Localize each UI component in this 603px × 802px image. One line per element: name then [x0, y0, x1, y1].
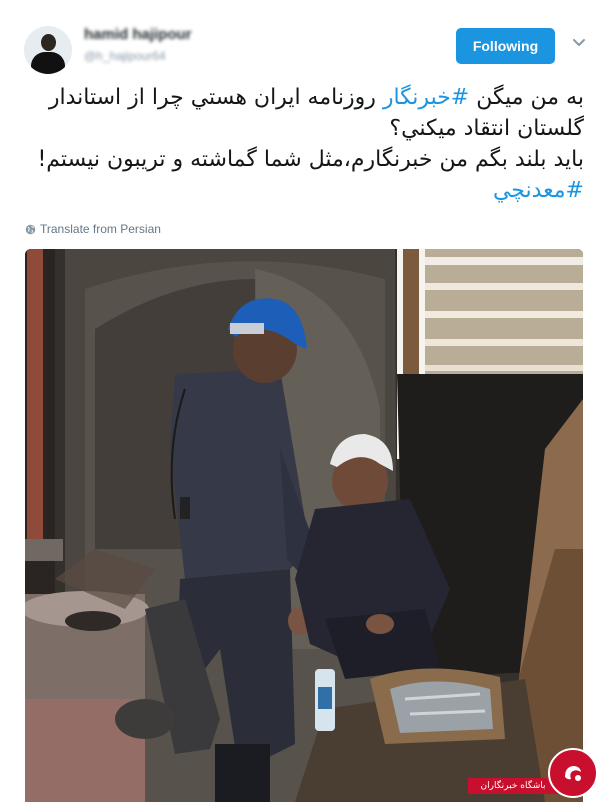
watermark-logo-icon	[548, 748, 598, 798]
hashtag-khabarnegar[interactable]: #خبرنگار	[383, 85, 469, 110]
globe-icon	[25, 224, 36, 234]
author-avatar[interactable]	[24, 26, 72, 74]
caret-down-icon[interactable]	[570, 34, 588, 52]
translate-label[interactable]: Translate from Persian	[40, 222, 161, 236]
following-button[interactable]: Following	[456, 28, 555, 64]
avatar-head	[41, 34, 56, 51]
tweet-text-line-3: باید بلند بگم من خبرنگارم،مثل شما گماشته…	[37, 147, 584, 172]
author-display-name[interactable]: hamid hajipour	[84, 26, 192, 43]
author-name-block[interactable]: hamid hajipour @h_hajipour64	[84, 26, 192, 63]
avatar-body	[31, 52, 65, 74]
tweet-text-line-1-start: به من میگن	[469, 85, 584, 110]
hashtag-madanchi[interactable]: #معدنچي	[493, 178, 584, 203]
translate-link[interactable]: Translate from Persian	[25, 222, 161, 236]
tweet-text-line-1: به من میگن #خبرنگار روزنامه ایران هستي چ…	[22, 82, 584, 113]
tweet-text-line-1-end: روزنامه ایران هستي چرا از استاندار	[48, 85, 383, 110]
tweet-text-line-4: #معدنچي	[22, 175, 584, 206]
tweet-text: به من میگن #خبرنگار روزنامه ایران هستي چ…	[22, 82, 584, 206]
tweet-photo[interactable]	[25, 249, 583, 802]
watermark-label: باشگاه خبرنگاران	[468, 778, 558, 794]
tweet-text-line-2: گلستان انتقاد میکني؟	[389, 116, 584, 141]
author-handle[interactable]: @h_hajipour64	[84, 49, 192, 63]
watermark: باشگاه خبرنگاران	[468, 748, 598, 798]
